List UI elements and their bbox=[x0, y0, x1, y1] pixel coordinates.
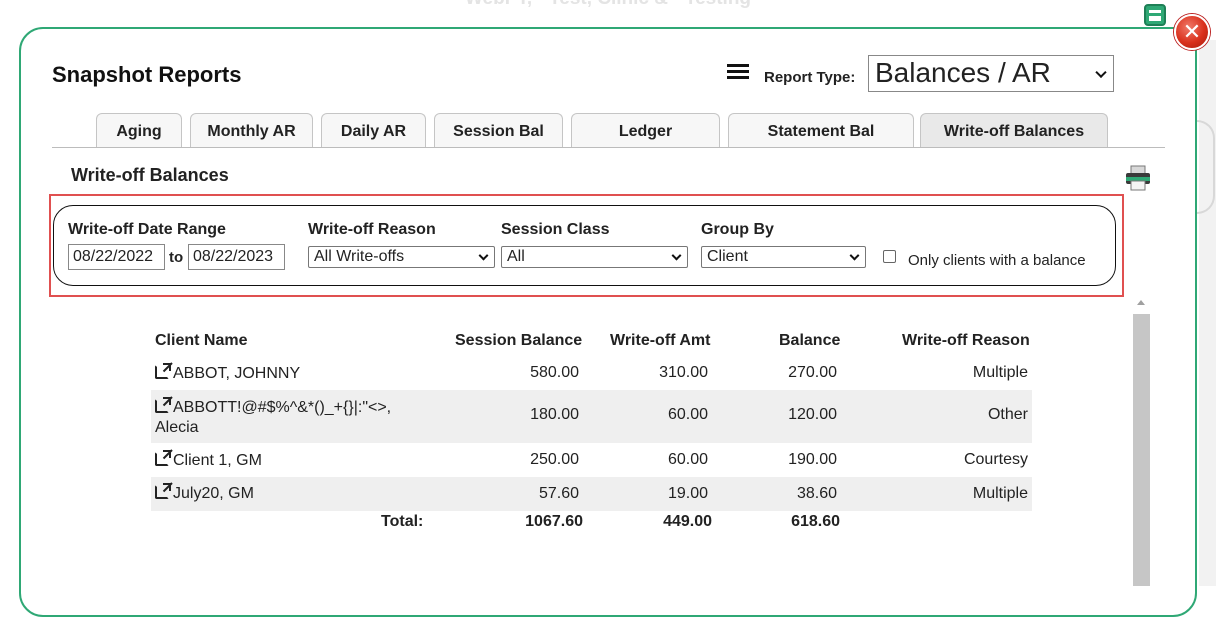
only-balance-label[interactable]: Only clients with a balance bbox=[908, 252, 1086, 269]
tab-session-bal[interactable]: Session Bal bbox=[434, 113, 563, 147]
total-session-balance: 1067.60 bbox=[525, 513, 583, 530]
tab-aging[interactable]: Aging bbox=[96, 113, 182, 147]
tab-writeoff-balances[interactable]: Write-off Balances bbox=[920, 113, 1108, 147]
client-name-cell[interactable]: Client 1, GM bbox=[155, 450, 262, 470]
only-balance-checkbox[interactable] bbox=[883, 250, 896, 263]
group-by-value: Client bbox=[707, 248, 748, 265]
group-by-label: Group By bbox=[701, 221, 774, 238]
client-name-cell[interactable]: ABBOTT!@#$%^&*()_+{}|:"<>, Alecia bbox=[155, 397, 391, 438]
balance-cell: 38.60 bbox=[796, 485, 837, 502]
minimize-icon[interactable] bbox=[1144, 4, 1166, 26]
external-link-icon[interactable] bbox=[155, 483, 171, 499]
chevron-down-icon bbox=[671, 250, 682, 261]
section-title: Write-off Balances bbox=[71, 165, 229, 185]
session-balance-cell: 250.00 bbox=[530, 451, 579, 468]
total-balance: 618.60 bbox=[791, 513, 840, 530]
date-to-input[interactable]: 08/22/2023 bbox=[188, 244, 285, 270]
client-name-cell[interactable]: ABBOT, JOHNNY bbox=[155, 363, 300, 383]
external-link-icon[interactable] bbox=[155, 450, 171, 466]
session-class-value: All bbox=[507, 248, 525, 265]
writeoff-reason-select[interactable]: All Write-offs bbox=[308, 246, 495, 268]
col-header-writeoff-reason: Write-off Reason bbox=[902, 332, 1030, 349]
chevron-down-icon bbox=[478, 250, 489, 261]
client-name-cell[interactable]: July20, GM bbox=[155, 483, 254, 503]
tab-monthly-ar[interactable]: Monthly AR bbox=[190, 113, 313, 147]
external-link-icon[interactable] bbox=[155, 397, 171, 413]
tab-ledger[interactable]: Ledger bbox=[571, 113, 720, 147]
balance-cell: 190.00 bbox=[788, 451, 837, 468]
col-header-writeoff-amt: Write-off Amt bbox=[610, 332, 711, 349]
page-title: Snapshot Reports bbox=[52, 62, 242, 87]
background-window-title: WebPT, - Test, Clinic & - Testing bbox=[0, 0, 1216, 10]
writeoff-reason-cell: Courtesy bbox=[963, 451, 1028, 468]
table-row: Client 1, GM 250.00 60.00 190.00 Courtes… bbox=[151, 443, 1032, 477]
col-header-client-name: Client Name bbox=[155, 332, 248, 349]
writeoff-amt-cell: 60.00 bbox=[667, 451, 708, 468]
session-class-select[interactable]: All bbox=[501, 246, 688, 268]
writeoff-reason-cell: Multiple bbox=[972, 364, 1028, 381]
background-page-strip bbox=[1191, 40, 1216, 586]
tabs-divider bbox=[52, 147, 1165, 148]
report-type-select[interactable]: Balances / AR bbox=[868, 55, 1114, 92]
writeoff-reason-cell: Other bbox=[987, 406, 1028, 423]
tab-statement-bal[interactable]: Statement Bal bbox=[728, 113, 914, 147]
chevron-down-icon bbox=[1095, 66, 1107, 78]
scroll-up-icon[interactable] bbox=[1137, 300, 1145, 305]
col-header-balance: Balance bbox=[779, 332, 841, 349]
writeoff-reason-label: Write-off Reason bbox=[308, 221, 436, 238]
balance-cell: 270.00 bbox=[788, 364, 837, 381]
balance-cell: 120.00 bbox=[788, 406, 837, 423]
group-by-select[interactable]: Client bbox=[701, 246, 866, 268]
session-balance-cell: 580.00 bbox=[530, 364, 579, 381]
menu-icon[interactable] bbox=[727, 64, 749, 80]
tab-daily-ar[interactable]: Daily AR bbox=[321, 113, 426, 147]
session-balance-cell: 57.60 bbox=[538, 485, 579, 502]
date-from-input[interactable]: 08/22/2022 bbox=[68, 244, 165, 270]
table-row: ABBOT, JOHNNY 580.00 310.00 270.00 Multi… bbox=[151, 356, 1032, 390]
date-to-separator: to bbox=[169, 249, 184, 266]
external-link-icon[interactable] bbox=[155, 363, 171, 379]
scroll-thumb[interactable] bbox=[1133, 314, 1150, 586]
col-header-session-balance: Session Balance bbox=[455, 332, 583, 349]
writeoff-amt-cell: 19.00 bbox=[667, 485, 708, 502]
writeoff-reason-value: All Write-offs bbox=[314, 248, 405, 265]
session-class-label: Session Class bbox=[501, 221, 610, 238]
writeoff-amt-cell: 60.00 bbox=[667, 406, 708, 423]
total-label: Total: bbox=[381, 513, 424, 530]
chevron-down-icon bbox=[849, 250, 860, 261]
table-row: July20, GM 57.60 19.00 38.60 Multiple bbox=[151, 477, 1032, 511]
report-type-value: Balances / AR bbox=[875, 57, 1051, 88]
table-row: ABBOTT!@#$%^&*()_+{}|:"<>, Alecia 180.00 … bbox=[151, 390, 1032, 443]
close-icon[interactable]: ✕ bbox=[1174, 14, 1210, 50]
total-writeoff-amt: 449.00 bbox=[663, 513, 712, 530]
date-range-label: Write-off Date Range bbox=[68, 221, 226, 238]
report-type-label: Report Type: bbox=[764, 69, 856, 86]
scrollbar[interactable] bbox=[1133, 296, 1150, 586]
printer-icon[interactable] bbox=[1124, 165, 1152, 191]
session-balance-cell: 180.00 bbox=[530, 406, 579, 423]
writeoff-amt-cell: 310.00 bbox=[659, 364, 708, 381]
writeoff-reason-cell: Multiple bbox=[972, 485, 1028, 502]
